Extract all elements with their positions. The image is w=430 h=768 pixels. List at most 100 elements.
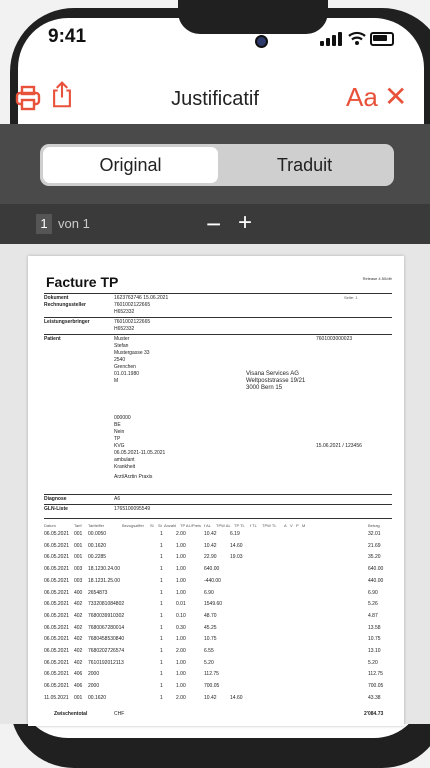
table-cell-tarif: 400 (74, 589, 83, 596)
table-cell-amount: 35.20 (368, 554, 381, 561)
page-count: von 1 (58, 216, 90, 231)
table-cell-amount: 13.58 (368, 624, 381, 631)
table-cell-anz: 1 (160, 624, 163, 631)
zoom-in-button[interactable]: + (238, 209, 252, 237)
table-cell-anz: 1 (160, 636, 163, 643)
table-cell-tp: 1.00 (176, 577, 186, 584)
table-cell-tpw: 10.42 (204, 531, 217, 537)
table-cell-tarif: 003 (74, 577, 83, 584)
table-cell-date: 06.05.2021 (44, 624, 70, 631)
table-header-cell: Bezugsziffer (122, 523, 144, 528)
table-cell-anz: 1 (160, 531, 163, 537)
table-cell-code: 00.1620 (88, 542, 107, 549)
table-cell-anz: 1 (160, 671, 163, 678)
table-cell-date: 06.05.2021 (44, 601, 70, 608)
table-cell-amount: 112.75 (368, 671, 383, 678)
table-cell-anz: 1 (160, 577, 163, 584)
table-cell-tp: 0.01 (176, 601, 186, 608)
divider (44, 317, 392, 318)
font-size-button[interactable]: Aa (346, 82, 378, 113)
table-cell-date: 06.05.2021 (44, 566, 70, 573)
divider (44, 504, 392, 505)
table-cell-tarif: 402 (74, 624, 83, 631)
table-cell-code: 7610192012113 (88, 659, 124, 666)
table-cell-tpw: 6.55 (204, 648, 214, 654)
table-header-cell: A (284, 523, 287, 528)
table-cell-tp: 2.00 (176, 648, 186, 654)
table-header-cell: f AL (204, 523, 211, 528)
table-cell-tl: 19.03 (230, 554, 243, 561)
table-header-cell: TPW AL (216, 523, 231, 528)
zoom-out-button[interactable]: − (206, 209, 221, 240)
table-header-cell: Si (150, 523, 154, 528)
table-cell-tpw: 48.70 (204, 612, 217, 619)
table-cell-anz: 1 (160, 683, 163, 690)
document-title: Facture TP (46, 274, 119, 290)
table-cell-tarif: 001 (74, 694, 83, 701)
table-cell-tpw: 10.42 (204, 694, 217, 701)
table-header-cell: V (290, 523, 293, 528)
table-cell-code: 00.0050 (88, 531, 107, 537)
table-cell-tp: 1.00 (176, 671, 186, 678)
table-cell-tp: 1.00 (176, 636, 186, 643)
close-button[interactable]: ✕ (384, 80, 407, 113)
page-number-input[interactable]: 1 (36, 214, 52, 234)
table-cell-tarif: 402 (74, 612, 83, 619)
table-cell-amount: 5.20 (368, 659, 378, 666)
table-cell-anz: 1 (160, 648, 163, 654)
table-cell-tpw: 22.90 (204, 554, 217, 561)
table-cell-tp: 0.30 (176, 624, 186, 631)
table-cell-code: 7680202726574 (88, 648, 125, 654)
table-cell-tarif: 406 (74, 671, 83, 678)
table-cell-anz: 1 (160, 566, 163, 573)
table-cell-amount: 640.00 (368, 566, 384, 573)
table-header-cell: St (158, 523, 162, 528)
table-cell-tpw: 640.00 (204, 566, 220, 573)
divider (44, 518, 392, 519)
table-cell-tl: 6.19 (230, 531, 240, 537)
table-cell-date: 06.05.2021 (44, 648, 70, 654)
segment-translated[interactable]: Traduit (218, 147, 391, 183)
table-cell-tp: 0.10 (176, 612, 186, 619)
divider (44, 293, 392, 294)
release-label: Release 4.50/dfr (362, 276, 392, 281)
table-header-cell: f TL (250, 523, 257, 528)
table-cell-tpw: 10.42 (204, 542, 217, 549)
table-cell-tarif: 001 (74, 554, 83, 561)
table-cell-tpw: -440.00 (204, 577, 221, 584)
table-cell-amount: 43.38 (368, 694, 381, 701)
table-cell-date: 06.05.2021 (44, 683, 70, 690)
table-cell-date: 06.05.2021 (44, 636, 70, 643)
table-cell-date: 06.05.2021 (44, 612, 70, 619)
table-cell-anz: 1 (160, 694, 163, 701)
table-cell-date: 06.05.2021 (44, 531, 70, 537)
document-viewer[interactable]: Facture TP Release 4.50/dfr Dokument 162… (0, 244, 430, 726)
segment-bar: Original Traduit (0, 124, 430, 204)
table-cell-date: 06.05.2021 (44, 659, 70, 666)
table-header-cell: P (296, 523, 299, 528)
table-cell-code: 00.1620 (88, 694, 107, 701)
table-header-cell: TP AL/Preis (180, 523, 202, 528)
table-cell-tp: 1.00 (176, 659, 186, 666)
table-cell-tp: 2.00 (176, 694, 186, 701)
table-cell-amount: 700.05 (368, 683, 384, 690)
table-cell-anz: 1 (160, 554, 163, 561)
table-cell-tpw: 45.25 (204, 624, 217, 631)
page-navigator: 1 von 1 − + (0, 204, 430, 244)
segment-original[interactable]: Original (43, 147, 218, 183)
table-cell-code: 7680039910302 (88, 612, 125, 619)
table-cell-amount: 10.75 (368, 636, 381, 643)
table-cell-tpw: 112.75 (204, 671, 219, 678)
table-cell-tp: 2.00 (176, 531, 186, 537)
table-cell-tarif: 003 (74, 566, 83, 573)
toolbar: Justificatif Aa ✕ (0, 0, 430, 124)
table-cell-amount: 21.69 (368, 542, 381, 549)
table-cell-anz: 1 (160, 612, 163, 619)
table-cell-tpw: 5.20 (204, 659, 214, 666)
table-cell-tpw: 10.75 (204, 636, 217, 643)
table-cell-amount: 32.01 (368, 531, 381, 537)
table-cell-date: 06.05.2021 (44, 542, 70, 549)
table-cell-anz: 1 (160, 659, 163, 666)
table-cell-amount: 13.10 (368, 648, 381, 654)
table-cell-code: 2000 (88, 671, 100, 678)
